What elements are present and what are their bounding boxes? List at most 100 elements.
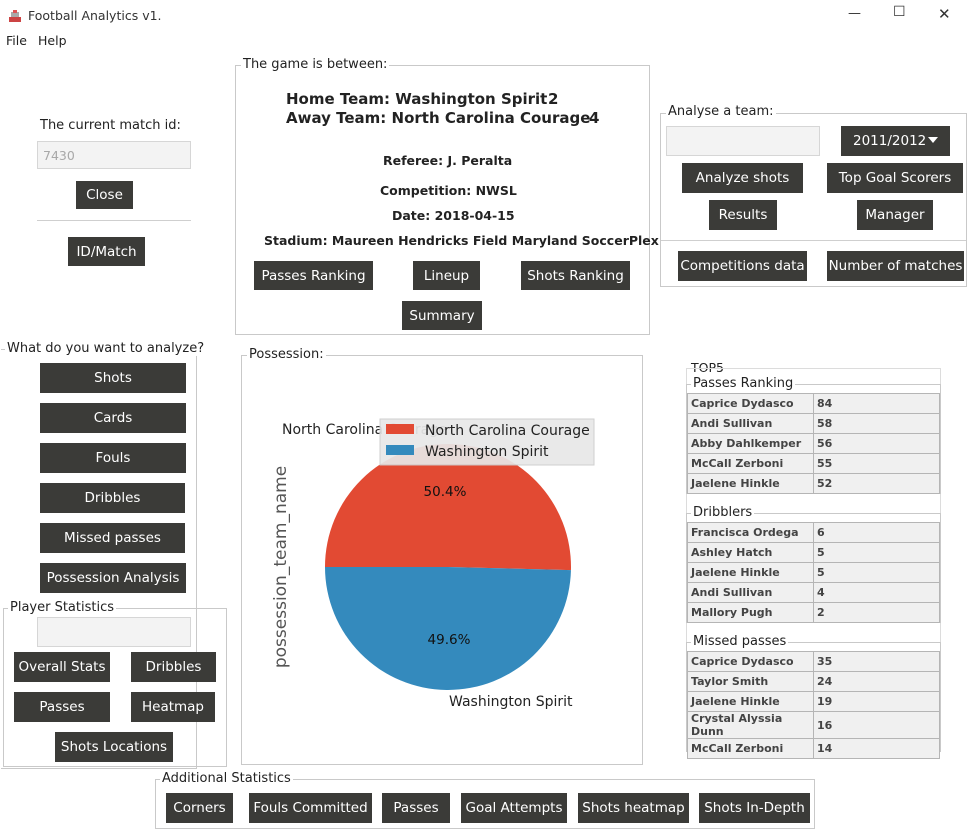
possession-analysis-button[interactable]: Possession Analysis <box>40 563 186 593</box>
player-value-cell: 4 <box>813 582 940 603</box>
shots-heatmap-button[interactable]: Shots heatmap <box>578 793 689 823</box>
home-team-line: Home Team: Washington Spirit <box>286 90 548 108</box>
player-value-cell: 84 <box>813 393 940 414</box>
menu-help[interactable]: Help <box>38 33 67 48</box>
table-row: Taylor Smith 24 <box>687 671 940 692</box>
window-title: Football Analytics v1. <box>28 8 162 23</box>
minimize-icon[interactable]: — <box>848 6 861 21</box>
passes-ranking-title: Passes Ranking <box>691 376 796 391</box>
table-row: Andi Sullivan 58 <box>687 413 940 434</box>
analyze-group-title: What do you want to analyze? <box>5 341 207 356</box>
table-row: Jaelene Hinkle 19 <box>687 691 940 712</box>
shots-in-depth-button[interactable]: Shots In-Depth <box>699 793 810 823</box>
analyse-divider <box>661 240 966 241</box>
pie-ylabel: possession_team_name <box>271 466 291 668</box>
summary-button[interactable]: Summary <box>402 301 482 330</box>
match-id-input[interactable]: 7430 <box>37 141 191 169</box>
player-value-cell: 56 <box>813 433 940 454</box>
divider <box>37 220 191 221</box>
close-button[interactable]: Close <box>76 181 133 209</box>
player-input[interactable] <box>37 617 191 647</box>
close-window-icon[interactable]: ✕ <box>938 5 951 23</box>
table-row: Abby Dahlkemper 56 <box>687 433 940 454</box>
table-row: Jaelene Hinkle 52 <box>687 473 940 494</box>
table-row: Francisca Ordega 6 <box>687 522 940 543</box>
menu-file[interactable]: File <box>6 33 27 48</box>
table-row: Ashley Hatch 5 <box>687 542 940 563</box>
number-of-matches-button[interactable]: Number of matches <box>827 251 964 281</box>
missed-passes-button[interactable]: Missed passes <box>40 523 185 553</box>
legend-swatch-nc-courage <box>386 424 414 434</box>
player-dribbles-button[interactable]: Dribbles <box>131 652 216 682</box>
table-row: Jaelene Hinkle 5 <box>687 562 940 583</box>
overall-stats-button[interactable]: Overall Stats <box>14 652 110 682</box>
table-row: Caprice Dydasco 84 <box>687 393 940 414</box>
competitions-data-button[interactable]: Competitions data <box>678 251 807 281</box>
lineup-button[interactable]: Lineup <box>413 261 480 290</box>
table-row: Caprice Dydasco 35 <box>687 651 940 672</box>
cards-button[interactable]: Cards <box>40 403 186 433</box>
player-name-cell: McCall Zerboni <box>687 453 814 474</box>
passes-ranking-button[interactable]: Passes Ranking <box>254 261 373 290</box>
legend-label-washington: Washington Spirit <box>425 444 549 460</box>
heatmap-button[interactable]: Heatmap <box>131 692 215 722</box>
corners-button[interactable]: Corners <box>166 793 233 823</box>
player-name-cell: Crystal Alyssia Dunn <box>687 711 814 739</box>
player-name-cell: Jaelene Hinkle <box>687 691 814 712</box>
table-row: McCall Zerboni 14 <box>687 738 940 759</box>
missed-passes-table: Caprice Dydasco 35 Taylor Smith 24 Jaelene H… <box>687 651 940 759</box>
player-stats-title: Player Statistics <box>8 600 117 615</box>
team-input[interactable] <box>666 126 820 156</box>
additional-stats-title: Additional Statistics <box>160 771 293 786</box>
additional-passes-button[interactable]: Passes <box>382 793 450 823</box>
season-selected-value: 2011/2012 <box>853 133 927 149</box>
legend-swatch-washington <box>386 445 414 455</box>
player-value-cell: 14 <box>813 738 940 759</box>
player-value-cell: 52 <box>813 473 940 494</box>
player-passes-button[interactable]: Passes <box>14 692 110 722</box>
analyze-shots-button[interactable]: Analyze shots <box>682 163 803 193</box>
results-button[interactable]: Results <box>709 200 777 230</box>
table-row: McCall Zerboni 55 <box>687 453 940 474</box>
player-name-cell: Francisca Ordega <box>687 522 814 543</box>
current-match-label: The current match id: <box>40 118 181 133</box>
player-value-cell: 35 <box>813 651 940 672</box>
player-name-cell: Mallory Pugh <box>687 602 814 623</box>
id-match-button[interactable]: ID/Match <box>68 237 145 266</box>
home-score: 2 <box>548 90 559 108</box>
legend-label-nc-courage: North Carolina Courage <box>425 423 590 439</box>
shots-ranking-button[interactable]: Shots Ranking <box>521 261 630 290</box>
player-name-cell: Andi Sullivan <box>687 582 814 603</box>
pie-legend: North Carolina Courage Washington Spirit <box>379 418 595 466</box>
player-value-cell: 6 <box>813 522 940 543</box>
player-name-cell: Jaelene Hinkle <box>687 473 814 494</box>
missed-passes-title: Missed passes <box>691 634 789 649</box>
slice-label-washington: Washington Spirit <box>449 694 573 710</box>
pie-slice-washington <box>325 567 571 690</box>
player-name-cell: Andi Sullivan <box>687 413 814 434</box>
maximize-icon[interactable]: ☐ <box>893 4 906 20</box>
analyse-team-title: Analyse a team: <box>666 104 776 119</box>
player-name-cell: Caprice Dydasco <box>687 651 814 672</box>
dribbles-button[interactable]: Dribbles <box>40 483 185 513</box>
player-name-cell: Ashley Hatch <box>687 542 814 563</box>
table-row: Mallory Pugh 2 <box>687 602 940 623</box>
player-value-cell: 5 <box>813 542 940 563</box>
manager-button[interactable]: Manager <box>857 200 933 230</box>
shots-locations-button[interactable]: Shots Locations <box>55 732 173 762</box>
season-select[interactable]: 2011/2012 <box>841 126 950 156</box>
player-value-cell: 16 <box>813 711 940 739</box>
stadium: Stadium: Maureen Hendricks Field Marylan… <box>264 233 659 248</box>
fouls-button[interactable]: Fouls <box>40 443 186 473</box>
player-name-cell: Abby Dahlkemper <box>687 433 814 454</box>
player-value-cell: 24 <box>813 671 940 692</box>
referee: Referee: J. Peralta <box>383 153 513 168</box>
menu-bar: File Help <box>0 31 968 50</box>
goal-attempts-button[interactable]: Goal Attempts <box>461 793 567 823</box>
top-goal-scorers-button[interactable]: Top Goal Scorers <box>827 163 963 193</box>
shots-button[interactable]: Shots <box>40 363 186 393</box>
match-date: Date: 2018-04-15 <box>392 208 515 223</box>
table-row: Andi Sullivan 4 <box>687 582 940 603</box>
player-value-cell: 19 <box>813 691 940 712</box>
fouls-committed-button[interactable]: Fouls Committed <box>249 793 372 823</box>
